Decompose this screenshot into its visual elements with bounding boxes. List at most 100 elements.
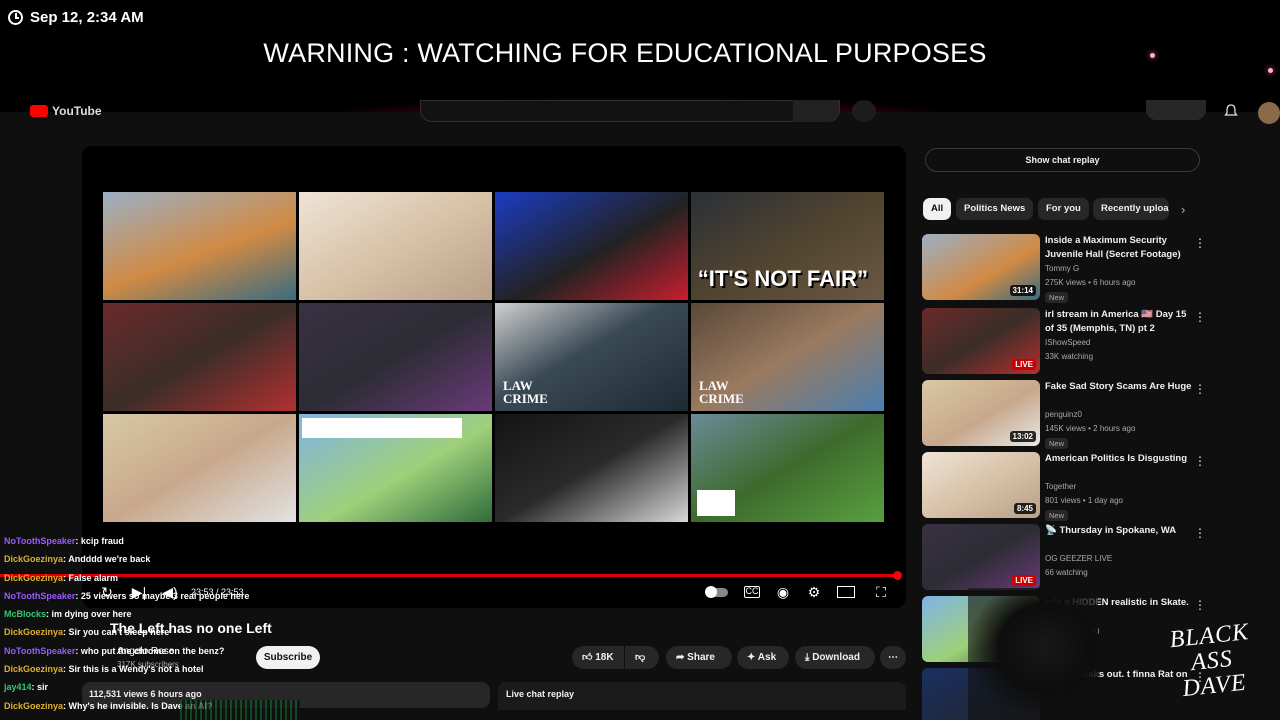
ask-button[interactable]: ✦ Ask — [737, 646, 789, 669]
recommendation-title[interactable]: American Politics Is Disgusting — [1045, 452, 1193, 466]
recommendation-item[interactable]: LIVE irl stream in America 🇺🇸 Day 15 of 3… — [922, 308, 1206, 376]
recommendation-channel[interactable]: penguinz0 — [1045, 410, 1082, 419]
stream-chat-overlay: NoToothSpeaker: kcip fraud DickGoezinya: … — [4, 532, 424, 720]
chat-username[interactable]: NoToothSpeaker — [4, 646, 75, 656]
chat-username[interactable]: DickGoezinya — [4, 627, 63, 637]
chat-username[interactable]: DickGoezinya — [4, 701, 63, 711]
download-label: Download — [812, 652, 860, 663]
chat-message: NoToothSpeaker: 25 viewers so maybe 3 re… — [4, 590, 250, 601]
chat-username[interactable]: jay414 — [4, 682, 32, 692]
collage-tile — [103, 414, 296, 522]
like-count: 18K — [595, 652, 614, 663]
chat-username[interactable]: NoToothSpeaker — [4, 536, 75, 546]
duration-badge: 13:02 — [1009, 431, 1036, 442]
account-avatar[interactable] — [1258, 102, 1280, 124]
more-options-icon[interactable]: ⋮ — [1194, 526, 1206, 540]
search-button[interactable] — [793, 100, 839, 122]
chip-recently-uploaded[interactable]: Recently uploa — [1093, 198, 1169, 220]
recommendation-meta: 33K watching — [1045, 352, 1094, 361]
chat-text: False alarm — [68, 572, 119, 583]
recommendation-title[interactable]: 📡 Thursday in Spokane, WA — [1045, 524, 1193, 538]
datetime-display: Sep 12, 2:34 AM — [8, 9, 144, 26]
duration-badge: 8:45 — [1013, 503, 1036, 514]
theater-mode-icon[interactable] — [837, 586, 855, 598]
collage-tile — [299, 192, 492, 300]
progress-scrubber[interactable] — [893, 571, 902, 580]
tile-caption: HIDDEN SETTING? — [302, 418, 462, 438]
search-input[interactable] — [420, 100, 840, 122]
recommendation-meta: 145K views • 2 hours ago — [1045, 424, 1136, 433]
chat-username[interactable]: DickGoezinya — [4, 664, 63, 674]
recommendation-channel[interactable]: IShowSpeed — [1045, 338, 1090, 347]
video-thumbnail[interactable]: LIVE — [922, 308, 1040, 374]
mic-button[interactable] — [852, 100, 876, 122]
video-frame-collage: “IT'S NOT FAIR” LAW CRIME LAW CRIME HIDD… — [103, 192, 884, 522]
share-label: Share — [687, 652, 715, 663]
collage-tile: LAW CRIME — [691, 303, 884, 411]
recommendation-channel[interactable]: OG GEEZER LIVE — [1045, 554, 1112, 563]
chat-message: DickGoezinya: Andddd we're back — [4, 554, 151, 565]
tile-caption: LAW CRIME — [699, 378, 744, 406]
chat-message: McBlocks: im dying over here — [4, 609, 132, 620]
youtube-logo[interactable]: YouTube — [30, 104, 102, 118]
captions-icon[interactable]: CC — [744, 586, 760, 598]
thumbs-down-icon: 👎︎ — [635, 652, 646, 663]
more-options-icon[interactable]: ⋮ — [1194, 382, 1206, 396]
more-options-icon[interactable]: ⋮ — [1194, 598, 1206, 612]
new-badge: New — [1045, 292, 1069, 303]
more-options-icon[interactable]: ⋮ — [1194, 454, 1206, 468]
chat-username[interactable]: McBlocks — [4, 609, 46, 619]
overlay-decoration — [180, 700, 300, 720]
streamer-webcam — [968, 588, 1098, 720]
tile-caption: LAW CRIME — [503, 378, 548, 406]
chat-username[interactable]: DickGoezinya — [4, 573, 63, 583]
collage-tile: LAW CRIME — [495, 303, 688, 411]
recommendation-channel[interactable]: Together — [1045, 482, 1076, 491]
recommendation-item[interactable]: 31:14 Inside a Maximum Security Juvenile … — [922, 234, 1206, 303]
chip-politics-news[interactable]: Politics News — [956, 198, 1034, 220]
recommendation-title[interactable]: Inside a Maximum Security Juvenile Hall … — [1045, 234, 1193, 262]
share-button[interactable]: ➦ Share — [666, 646, 732, 669]
video-thumbnail[interactable]: 31:14 — [922, 234, 1040, 300]
chat-text: im dying over here — [51, 609, 132, 620]
download-button[interactable]: ⤓ Download — [795, 646, 875, 669]
recommendation-channel[interactable]: Tommy G — [1045, 264, 1079, 273]
more-options-icon[interactable]: ⋮ — [1194, 310, 1206, 324]
recommendation-item[interactable]: 8:45 American Politics Is Disgusting Toget… — [922, 452, 1206, 521]
recommendation-title[interactable]: Fake Sad Story Scams Are Huge — [1045, 380, 1193, 394]
new-badge: New — [1045, 510, 1069, 521]
recommendation-title[interactable]: irl stream in America 🇺🇸 Day 15 of 35 (M… — [1045, 308, 1193, 336]
settings-gear-icon[interactable]: ⚙ — [805, 584, 823, 600]
more-actions-button[interactable]: ⋯ — [880, 646, 906, 669]
collage-tile: HIDDEN SETTING? — [299, 414, 492, 522]
chat-text: Andddd we're back — [68, 554, 151, 565]
chat-username[interactable]: NoToothSpeaker — [4, 591, 75, 601]
ask-label: Ask — [757, 652, 777, 663]
collage-tile — [299, 303, 492, 411]
more-options-icon[interactable]: ⋮ — [1194, 236, 1206, 250]
dislike-button[interactable]: 👎︎ — [625, 646, 659, 669]
new-badge: New — [1045, 438, 1069, 449]
fullscreen-icon[interactable]: ⛶ — [872, 584, 890, 600]
chip-all[interactable]: All — [923, 198, 952, 220]
chat-username[interactable]: DickGoezinya — [4, 554, 63, 564]
recommendation-item[interactable]: LIVE 📡 Thursday in Spokane, WA OG GEEZER L… — [922, 524, 1206, 592]
show-chat-replay-button[interactable]: Show chat replay — [925, 148, 1200, 172]
camera-icon[interactable]: ◉ — [774, 584, 792, 600]
like-button[interactable]: 👍︎ 18K — [572, 646, 624, 669]
video-thumbnail[interactable]: 8:45 — [922, 452, 1040, 518]
recommendation-item[interactable]: 13:02 Fake Sad Story Scams Are Huge pengui… — [922, 380, 1206, 449]
recommendation-meta: 66 watching — [1045, 568, 1088, 577]
collage-tile — [103, 303, 296, 411]
screen: Sep 12, 2:34 AM WARNING : WATCHING FOR E… — [0, 0, 1280, 720]
recommendation-meta: 275K views • 6 hours ago — [1045, 278, 1136, 287]
create-button[interactable] — [1146, 100, 1206, 120]
chat-text: Sir this is a Wendy's not a hotel — [68, 664, 204, 675]
video-thumbnail[interactable]: 13:02 — [922, 380, 1040, 446]
bell-icon[interactable] — [1224, 104, 1238, 118]
chip-for-you[interactable]: For you — [1038, 198, 1089, 220]
autoplay-toggle[interactable] — [705, 586, 728, 598]
video-thumbnail[interactable]: LIVE — [922, 524, 1040, 590]
chevron-right-icon[interactable]: › — [1181, 202, 1185, 217]
collage-tile: “IT'S NOT FAIR” — [691, 192, 884, 300]
